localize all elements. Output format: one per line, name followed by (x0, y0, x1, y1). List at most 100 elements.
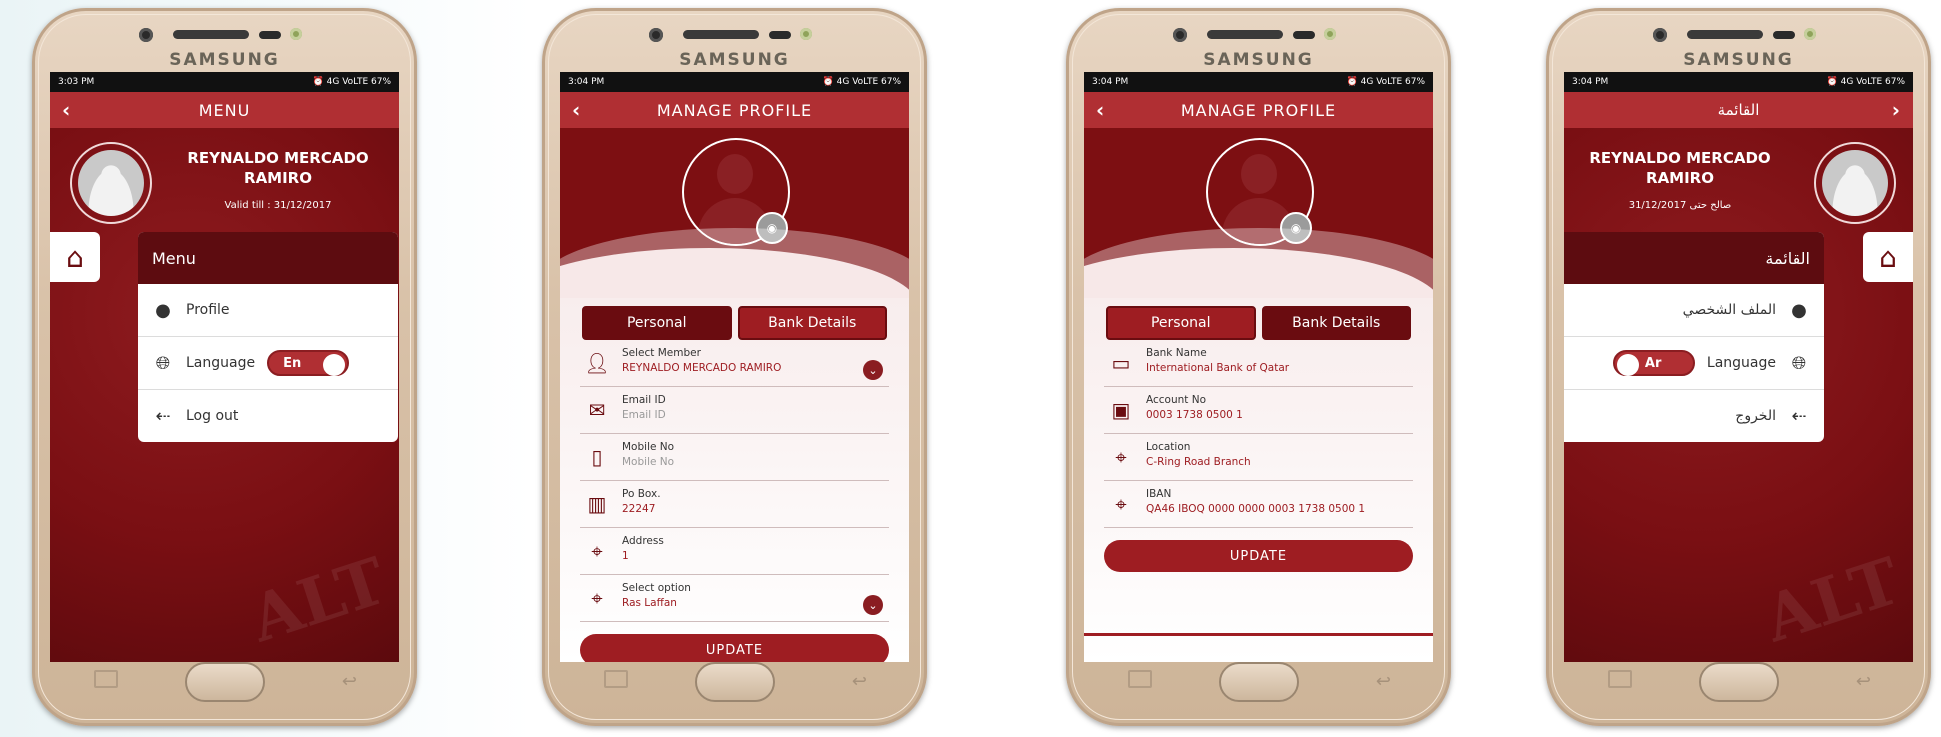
status-time: 3:04 PM (1572, 77, 1609, 87)
field-label: Select Member (622, 347, 701, 359)
recent-apps-icon[interactable] (604, 670, 628, 688)
address-field[interactable]: ⌖ Address 1 (580, 534, 889, 575)
status-bar: 3:03 PM ⏰ 4G VoLTE 67% (50, 72, 399, 92)
screen: 3:04 PM ⏰ 4G VoLTE 67% ‹ MANAGE PROFILE … (1084, 72, 1433, 662)
menu-item-language[interactable]: 🌐︎ Language En (138, 337, 398, 390)
menu-panel: Menu ● Profile 🌐︎ Language En ⇠ Log out (138, 232, 398, 442)
profile-icon: ● (1791, 299, 1807, 321)
menu-item-language[interactable]: Ar Language 🌐︎ (1564, 337, 1824, 390)
back-icon[interactable]: ↩ (1856, 671, 1871, 692)
menu-item-label: Log out (186, 408, 239, 424)
field-label: Mobile No (622, 441, 675, 453)
chevron-down-icon[interactable]: ⌄ (863, 595, 883, 615)
back-icon[interactable]: ↩ (852, 671, 867, 692)
select-member-field[interactable]: 👤︎ Select Member REYNALDO MERCADO RAMIRO … (580, 346, 889, 387)
status-bar: 3:04 PM ⏰ 4G VoLTE 67% (1084, 72, 1433, 92)
mobile-phone-icon: ▯ (591, 445, 603, 469)
po-box-field[interactable]: ▥ Po Box. 22247 (580, 487, 889, 528)
page-title: MENU (198, 100, 251, 120)
tab-bank-details[interactable]: Bank Details (737, 306, 887, 340)
field-value: Ras Laffan (622, 597, 677, 609)
screen: 3:04 PM ⏰ 4G VoLTE 67% القائمة › ALT REY… (1564, 72, 1913, 662)
menu-item-label: Language (186, 355, 256, 371)
select-option-field[interactable]: ⌖ Select option Ras Laffan ⌄ (580, 581, 889, 622)
form-body: Personal Bank Details 👤︎ Select Member RE… (560, 298, 909, 662)
home-button[interactable] (1698, 662, 1779, 702)
home-button[interactable] (694, 662, 775, 702)
recent-apps-icon[interactable] (94, 670, 118, 688)
badge-icon: ▣ (1111, 398, 1131, 422)
status-time: 3:04 PM (568, 77, 605, 87)
back-icon[interactable]: ↩ (342, 671, 357, 692)
update-button[interactable]: UPDATE (580, 634, 889, 662)
field-label: Address (622, 535, 664, 547)
field-value: 0003 1738 0500 1 (1146, 409, 1243, 421)
location-pin-icon: ⌖ (591, 586, 603, 610)
phone-profile-bank: SAMSUNG 3:04 PM ⏰ 4G VoLTE 67% ‹ MANAGE … (1066, 8, 1451, 726)
iban-field[interactable]: ⌖ IBAN QA46 IBOQ 0000 0000 0003 1738 0500… (1104, 487, 1413, 528)
back-chevron-icon[interactable]: ‹ (572, 98, 581, 122)
tab-bar: Personal Bank Details (582, 306, 887, 340)
user-info: REYNALDO MERCADO RAMIRO 31/12/2017 صالح … (1570, 148, 1790, 216)
watermark: ALT (1755, 543, 1910, 658)
status-icons: ⏰ 4G VoLTE 67% (822, 77, 901, 87)
menu-item-profile[interactable]: الملف الشخصي ● (1564, 284, 1824, 337)
back-icon[interactable]: ↩ (1376, 671, 1391, 692)
valid-till: Valid till : 31/12/2017 (224, 200, 332, 211)
profile-icon: ● (155, 299, 171, 321)
menu-item-logout[interactable]: الخروج ⇠ (1564, 390, 1824, 442)
home-icon: ⌂ (1879, 240, 1897, 274)
status-bar: 3:04 PM ⏰ 4G VoLTE 67% (560, 72, 909, 92)
account-no-field[interactable]: ▣ Account No 0003 1738 0500 1 (1104, 393, 1413, 434)
update-button[interactable]: UPDATE (1104, 540, 1413, 572)
mobile-field[interactable]: ▯ Mobile No Mobile No (580, 440, 889, 481)
id-card-icon: ▭ (1111, 351, 1131, 375)
screen: 3:04 PM ⏰ 4G VoLTE 67% ‹ MANAGE PROFILE … (560, 72, 909, 662)
menu-item-label: الملف الشخصي (1682, 302, 1776, 318)
toggle-label: Ar (1644, 355, 1662, 371)
back-chevron-icon[interactable]: ‹ (1096, 98, 1105, 122)
tab-personal[interactable]: Personal (1106, 306, 1256, 340)
title-bar: ‹ MANAGE PROFILE (1084, 92, 1433, 128)
menu-panel: القائمة الملف الشخصي ● Ar Language 🌐︎ ال… (1564, 232, 1824, 442)
home-button[interactable] (1218, 662, 1299, 702)
logout-icon: ⇠ (1791, 405, 1807, 427)
bank-name-field[interactable]: ▭ Bank Name International Bank of Qatar (1104, 346, 1413, 387)
user-name-line1: REYNALDO MERCADO (187, 149, 369, 167)
location-field[interactable]: ⌖ Location C-Ring Road Branch (1104, 440, 1413, 481)
field-placeholder: Mobile No (622, 456, 675, 468)
brand-logo: SAMSUNG (169, 50, 280, 70)
tab-bank-details[interactable]: Bank Details (1261, 306, 1411, 340)
field-placeholder: Email ID (622, 409, 666, 421)
recent-apps-icon[interactable] (1608, 670, 1632, 688)
form-body: Personal Bank Details ▭ Bank Name Interna… (1084, 298, 1433, 662)
screen: 3:03 PM ⏰ 4G VoLTE 67% ‹ MENU ALT REYNAL… (50, 72, 399, 662)
home-button[interactable] (184, 662, 265, 702)
tab-personal[interactable]: Personal (582, 306, 732, 340)
menu-item-profile[interactable]: ● Profile (138, 284, 398, 337)
valid-till: 31/12/2017 صالح حتى (1628, 200, 1732, 211)
location-pin-icon: ⌖ (1115, 492, 1127, 516)
title-bar: ‹ MENU (50, 92, 399, 128)
menu-item-label: Profile (186, 302, 230, 318)
phone-menu-arabic: SAMSUNG 3:04 PM ⏰ 4G VoLTE 67% القائمة ›… (1546, 8, 1931, 726)
toggle-knob (1616, 354, 1639, 376)
field-value: 22247 (622, 503, 656, 515)
field-label: Account No (1146, 394, 1207, 406)
field-label: Email ID (622, 394, 666, 406)
home-tab[interactable]: ⌂ (50, 232, 100, 282)
menu-item-logout[interactable]: ⇠ Log out (138, 390, 398, 442)
status-icons: ⏰ 4G VoLTE 67% (1346, 77, 1425, 87)
home-tab[interactable]: ⌂ (1863, 232, 1913, 282)
forward-chevron-icon[interactable]: › (1892, 98, 1901, 122)
recent-apps-icon[interactable] (1128, 670, 1152, 688)
field-label: Select option (622, 582, 691, 594)
email-field[interactable]: ✉ Email ID Email ID (580, 393, 889, 434)
language-toggle[interactable]: En (267, 350, 350, 376)
language-toggle[interactable]: Ar (1612, 350, 1695, 376)
home-icon: ⌂ (66, 240, 84, 274)
back-chevron-icon[interactable]: ‹ (62, 98, 71, 122)
menu-header: Menu (138, 232, 398, 284)
user-name-line1: REYNALDO MERCADO (1589, 149, 1771, 167)
chevron-down-icon[interactable]: ⌄ (863, 360, 883, 380)
